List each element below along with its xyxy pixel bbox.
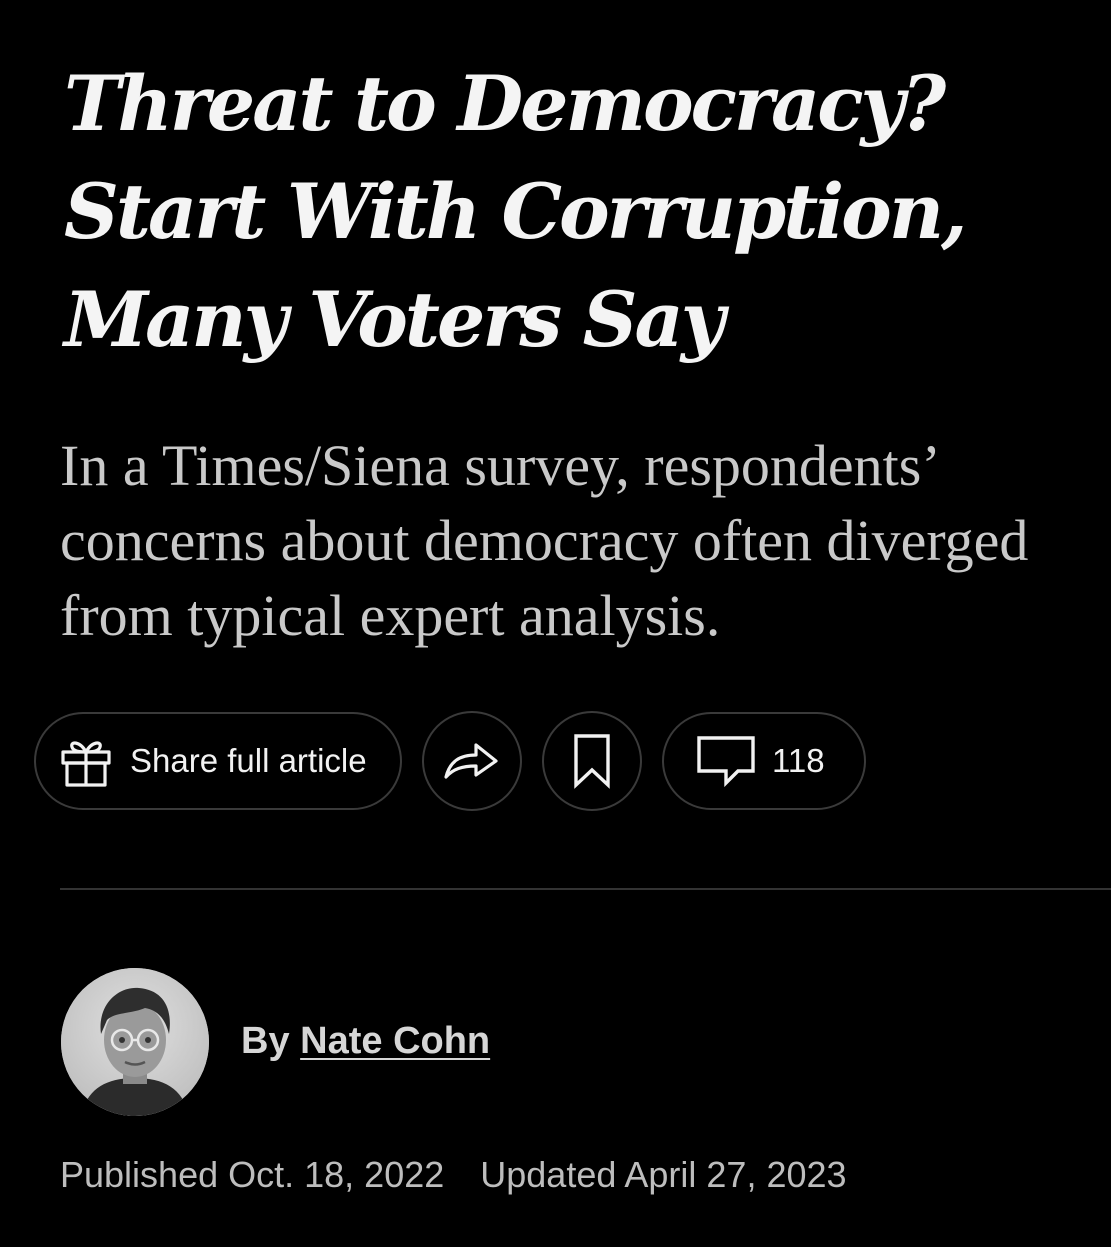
byline: By Nate Cohn bbox=[241, 1016, 490, 1066]
article-toolbar: Share full article 118 bbox=[34, 711, 866, 811]
share-button[interactable] bbox=[422, 711, 522, 811]
share-full-article-button[interactable]: Share full article bbox=[34, 712, 402, 810]
author-link[interactable]: Nate Cohn bbox=[300, 1020, 490, 1062]
bookmark-icon bbox=[573, 733, 611, 789]
divider bbox=[60, 888, 1111, 890]
comment-bubble-icon bbox=[696, 735, 756, 787]
byline-prefix: By bbox=[241, 1020, 290, 1062]
article-summary: In a Times/Siena survey, respondents’ co… bbox=[60, 433, 1029, 648]
gift-icon bbox=[58, 733, 114, 789]
headline: Threat to Democracy? Start With Corrupti… bbox=[64, 59, 968, 364]
updated-date: Updated April 27, 2023 bbox=[480, 1154, 847, 1195]
author-avatar[interactable] bbox=[61, 968, 209, 1116]
share-arrow-icon bbox=[442, 739, 502, 783]
article-dates: Published Oct. 18, 2022 Updated April 27,… bbox=[60, 1152, 847, 1198]
share-full-article-label: Share full article bbox=[130, 742, 367, 779]
save-bookmark-button[interactable] bbox=[542, 711, 642, 811]
comments-button[interactable]: 118 bbox=[662, 712, 866, 810]
comments-count: 118 bbox=[772, 742, 825, 779]
published-date: Published Oct. 18, 2022 bbox=[60, 1154, 445, 1195]
